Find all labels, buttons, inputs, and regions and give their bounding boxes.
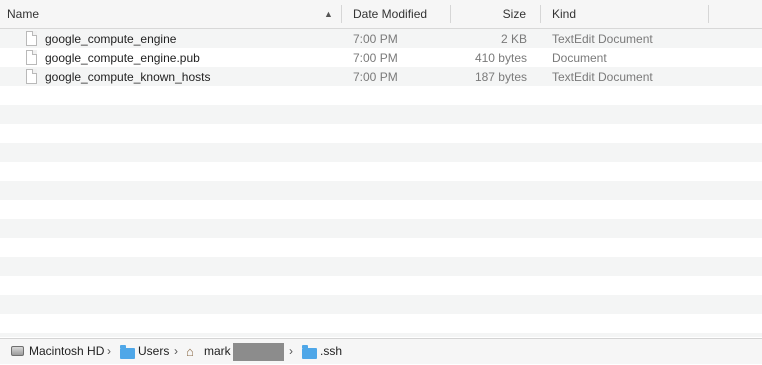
path-item-disk[interactable]: Macintosh HD	[29, 339, 104, 365]
column-divider[interactable]	[708, 5, 709, 23]
path-item-user[interactable]: mark	[204, 339, 231, 365]
folder-icon	[302, 345, 317, 359]
file-date: 7:00 PM	[353, 70, 398, 84]
list-stripe	[0, 333, 762, 337]
file-name: google_compute_engine	[45, 32, 177, 46]
column-header-date-modified[interactable]: Date Modified	[353, 0, 450, 28]
column-divider[interactable]	[341, 5, 342, 23]
file-date: 7:00 PM	[353, 32, 398, 46]
hard-disk-icon	[11, 346, 24, 356]
column-divider[interactable]	[540, 5, 541, 23]
list-stripe	[0, 143, 762, 162]
path-item-users[interactable]: Users	[138, 339, 169, 365]
document-icon	[26, 50, 37, 65]
file-kind: TextEdit Document	[552, 32, 653, 46]
list-stripe	[0, 181, 762, 200]
document-icon	[26, 31, 37, 46]
file-kind: TextEdit Document	[552, 70, 653, 84]
file-name: google_compute_engine.pub	[45, 51, 200, 65]
chevron-right-icon: ›	[289, 344, 293, 358]
file-row[interactable]: google_compute_engine 7:00 PM 2 KB TextE…	[0, 30, 762, 49]
file-name: google_compute_known_hosts	[45, 70, 211, 84]
file-size: 2 KB	[500, 32, 527, 46]
file-row[interactable]: google_compute_known_hosts 7:00 PM 187 b…	[0, 68, 762, 87]
file-row[interactable]: google_compute_engine.pub 7:00 PM 410 by…	[0, 49, 762, 68]
list-stripe	[0, 295, 762, 314]
column-header: Name ▲ Date Modified Size Kind	[0, 0, 762, 29]
document-icon	[26, 69, 37, 84]
home-icon: ⌂	[186, 344, 194, 359]
folder-icon	[120, 345, 135, 359]
file-date: 7:00 PM	[353, 51, 398, 65]
list-stripe	[0, 105, 762, 124]
path-bar: Macintosh HD › Users › ⌂ mark › .ssh	[0, 338, 762, 364]
path-item-ssh[interactable]: .ssh	[320, 339, 342, 365]
file-size: 410 bytes	[474, 51, 527, 65]
file-size: 187 bytes	[474, 70, 527, 84]
column-header-name[interactable]: Name	[7, 0, 337, 28]
file-list: google_compute_engine 7:00 PM 2 KB TextE…	[0, 29, 762, 337]
file-kind: Document	[552, 51, 607, 65]
redaction-block	[233, 343, 284, 361]
sort-ascending-icon[interactable]: ▲	[324, 0, 333, 29]
chevron-right-icon: ›	[107, 344, 111, 358]
list-stripe	[0, 219, 762, 238]
column-header-size[interactable]: Size	[451, 0, 526, 28]
column-header-kind[interactable]: Kind	[552, 0, 702, 28]
chevron-right-icon: ›	[174, 344, 178, 358]
list-stripe	[0, 257, 762, 276]
